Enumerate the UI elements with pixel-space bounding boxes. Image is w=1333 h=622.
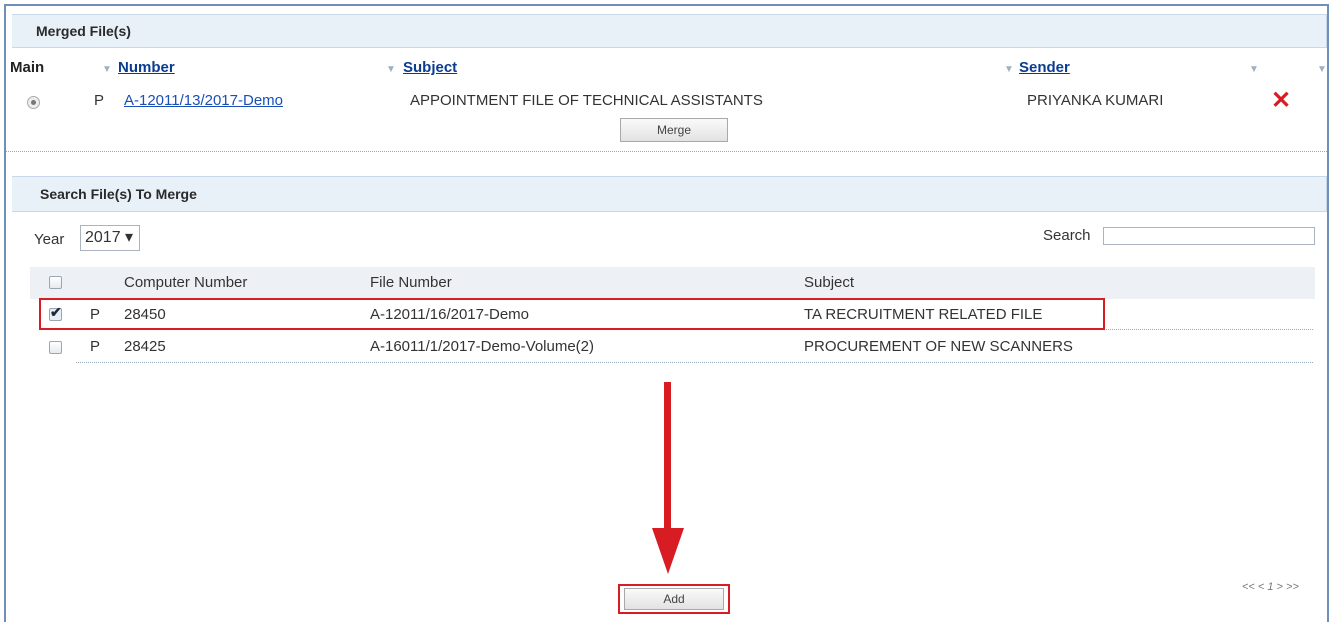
search-files-title: Search File(s) To Merge [40, 186, 197, 202]
year-select[interactable]: 2017 ▾ [80, 225, 141, 251]
merged-files-title: Merged File(s) [36, 23, 131, 39]
remove-icon[interactable]: ✕ [1271, 86, 1291, 115]
row-2-divider [76, 362, 1313, 363]
merge-button[interactable]: Merge [620, 118, 728, 142]
merged-divider [6, 151, 1327, 152]
merged-file-number-link[interactable]: A-12011/13/2017-Demo [124, 92, 283, 109]
merged-row-type: P [94, 92, 105, 109]
main-radio[interactable] [27, 96, 40, 109]
col-main: Main [10, 59, 45, 76]
selected-row-highlight [39, 298, 1105, 330]
arrow-down-icon [652, 382, 684, 574]
row-2-type: P [90, 338, 101, 355]
merged-files-header: Merged File(s) [12, 14, 1327, 48]
year-label: Year [34, 231, 65, 248]
search-label: Search [1043, 227, 1091, 244]
row-2-subject: PROCUREMENT OF NEW SCANNERS [804, 338, 1073, 355]
column-menu-icon[interactable]: ▼ [1249, 64, 1259, 75]
merge-dialog: Merged File(s) Main ▼ Number ▼ Subject ▼… [4, 4, 1329, 622]
pagination[interactable]: << < 1 > >> [1242, 581, 1299, 593]
col-file-number: File Number [370, 274, 452, 291]
column-menu-icon-2[interactable]: ▼ [1317, 64, 1327, 75]
merged-row-subject: APPOINTMENT FILE OF TECHNICAL ASSISTANTS [410, 92, 763, 109]
sort-subject-icon[interactable]: ▼ [386, 64, 396, 75]
row-2-file-number[interactable]: A-16011/1/2017-Demo-Volume(2) [370, 338, 594, 355]
add-button-highlight [618, 584, 730, 614]
col-number[interactable]: Number [118, 59, 175, 76]
sort-sender-icon[interactable]: ▼ [1004, 64, 1014, 75]
search-files-header: Search File(s) To Merge [12, 176, 1327, 212]
sort-number-icon[interactable]: ▼ [102, 64, 112, 75]
col-search-subject: Subject [804, 274, 855, 291]
col-computer-number: Computer Number [124, 274, 248, 291]
row-2-computer-number: 28425 [124, 338, 166, 355]
select-all-checkbox[interactable] [49, 276, 62, 289]
row-2-checkbox[interactable] [49, 341, 62, 354]
merged-row-sender: PRIYANKA KUMARI [1027, 92, 1164, 109]
col-sender[interactable]: Sender [1019, 59, 1070, 76]
search-input[interactable] [1103, 227, 1315, 245]
col-subject[interactable]: Subject [403, 59, 457, 76]
